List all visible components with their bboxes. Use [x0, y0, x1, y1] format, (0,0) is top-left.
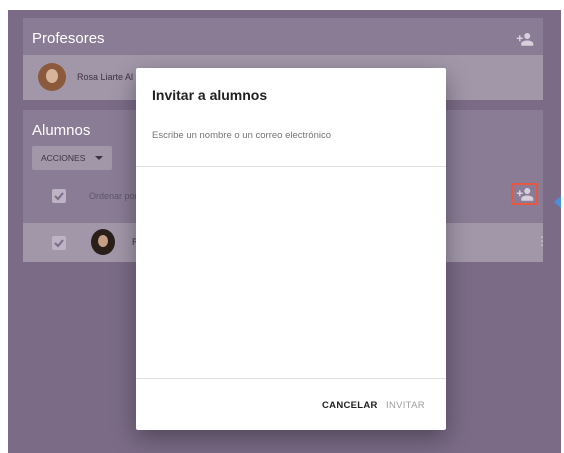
student-checkbox[interactable] — [52, 236, 66, 250]
classroom-people-page: Profesores Rosa Liarte Al Alumnos ACCION… — [8, 10, 561, 453]
dialog-bottom-divider — [136, 378, 446, 379]
invite-students-dialog: Invitar a alumnos CANCELAR INVITAR — [136, 68, 446, 430]
search-input[interactable] — [152, 126, 432, 144]
add-student-icon — [516, 187, 534, 201]
cancel-button[interactable]: CANCELAR — [322, 400, 378, 411]
pointer-arrow-icon — [554, 195, 561, 209]
add-teacher-icon[interactable] — [516, 32, 534, 46]
select-all-checkbox[interactable] — [52, 189, 66, 203]
student-avatar — [91, 229, 115, 255]
sort-label[interactable]: Ordenar por — [89, 191, 138, 201]
more-vert-icon[interactable]: ⋮ — [536, 235, 548, 247]
dialog-title: Invitar a alumnos — [152, 87, 268, 103]
chevron-down-icon — [95, 156, 103, 160]
dialog-top-divider — [136, 166, 446, 167]
actions-label: ACCIONES — [41, 153, 86, 163]
teacher-name: Rosa Liarte Al — [77, 72, 134, 82]
teachers-title: Profesores — [32, 30, 105, 47]
actions-dropdown[interactable]: ACCIONES — [32, 146, 112, 170]
add-student-button[interactable] — [511, 183, 538, 205]
invite-button[interactable]: INVITAR — [386, 400, 425, 411]
teacher-avatar — [38, 63, 66, 91]
students-title: Alumnos — [32, 122, 91, 139]
